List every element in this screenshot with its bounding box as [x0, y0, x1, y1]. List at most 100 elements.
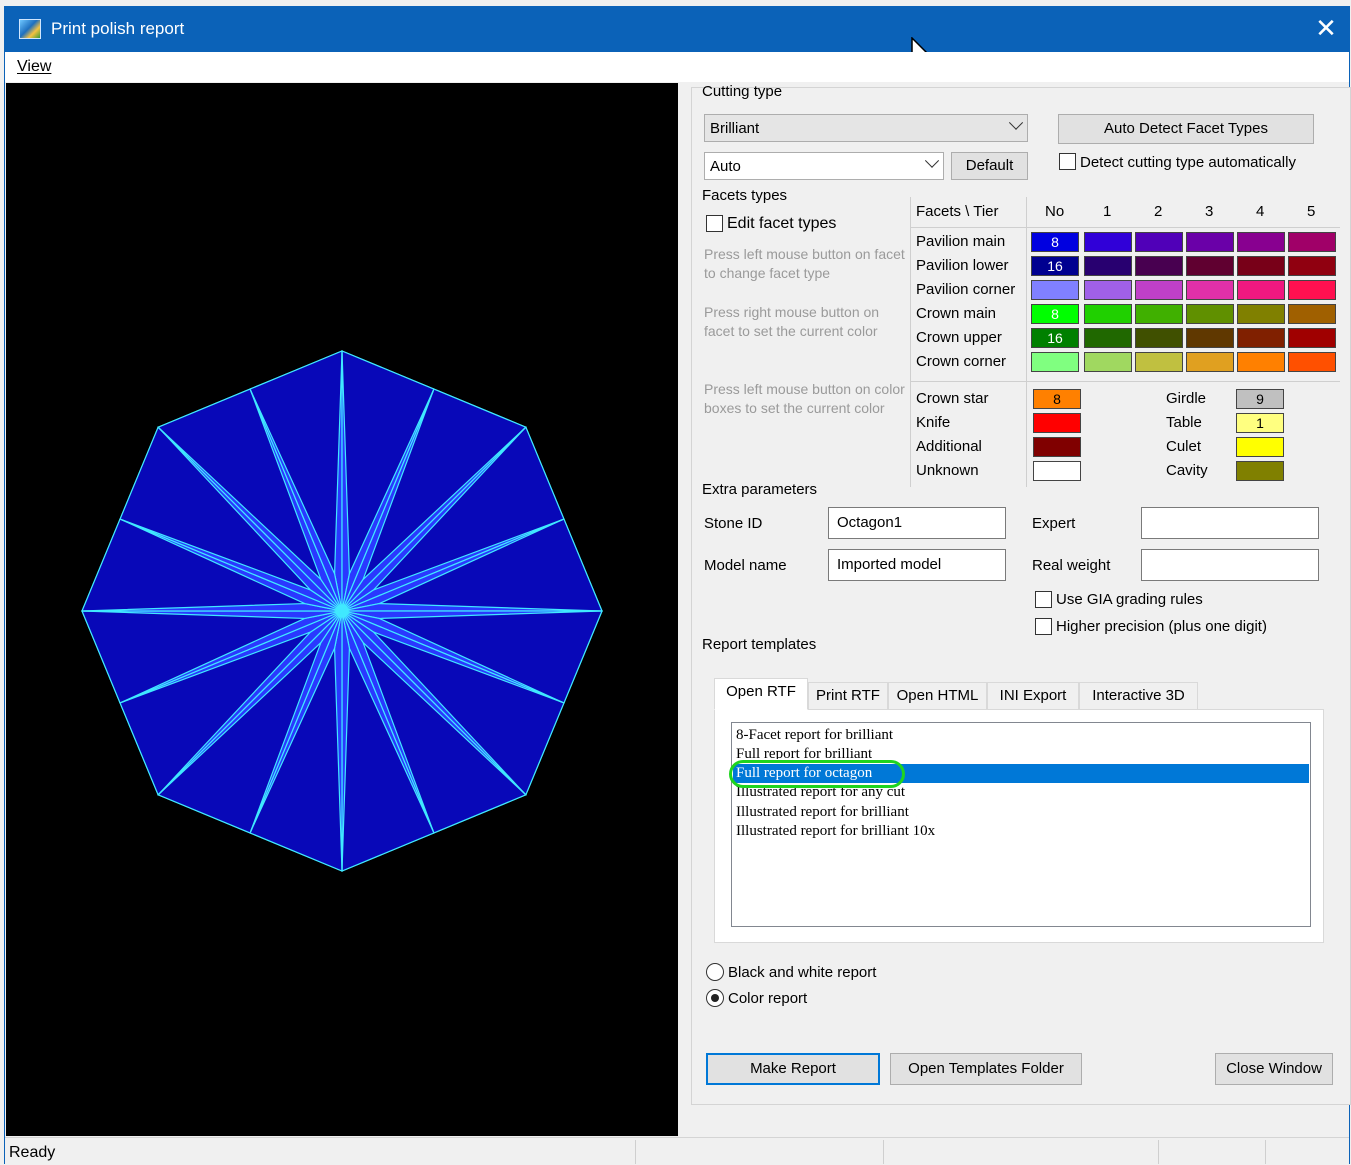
gia-rules-checkbox[interactable] [1035, 591, 1052, 608]
color-box[interactable] [1186, 352, 1234, 372]
facet-row-label: Crown corner [916, 353, 1007, 370]
color-box[interactable] [1135, 328, 1183, 348]
cutting-mode-select[interactable]: Auto [704, 152, 944, 180]
octagon-facet-diagram[interactable] [6, 83, 678, 1136]
color-box[interactable]: 9 [1236, 389, 1284, 409]
color-box[interactable] [1084, 352, 1132, 372]
facet-row-label: Pavilion corner [916, 281, 1016, 298]
color-box[interactable] [1288, 304, 1336, 324]
detect-cutting-type-checkbox[interactable] [1059, 153, 1076, 170]
color-box[interactable] [1135, 352, 1183, 372]
color-box[interactable]: 8 [1031, 304, 1079, 324]
tier-header: 5 [1307, 203, 1316, 220]
color-report-label: Color report [728, 990, 808, 1007]
color-box[interactable] [1084, 232, 1132, 252]
color-box[interactable] [1084, 256, 1132, 276]
list-item[interactable]: Illustrated report for brilliant [736, 803, 909, 822]
real-weight-input[interactable] [1141, 549, 1319, 581]
default-button[interactable]: Default [951, 152, 1028, 180]
higher-precision-checkbox[interactable] [1035, 618, 1052, 635]
bw-report-radio[interactable] [706, 963, 724, 981]
color-box[interactable]: 8 [1031, 232, 1079, 252]
templates-list[interactable]: 8-Facet report for brilliant Full report… [731, 722, 1311, 927]
facet-row-label: Crown upper [916, 329, 1002, 346]
color-box[interactable]: 16 [1031, 328, 1079, 348]
cutting-type-label: Cutting type [702, 83, 783, 100]
tier-header: 3 [1205, 203, 1214, 220]
tab-open-rtf[interactable]: Open RTF [714, 678, 808, 710]
window-title: Print polish report [51, 19, 185, 38]
color-box[interactable] [1033, 461, 1081, 481]
color-box[interactable] [1033, 413, 1081, 433]
stone-id-input[interactable]: Octagon1 [828, 507, 1006, 539]
color-box[interactable] [1084, 280, 1132, 300]
color-box[interactable] [1031, 280, 1079, 300]
cutting-type-value: Brilliant [710, 120, 760, 137]
color-box[interactable] [1031, 352, 1079, 372]
color-box[interactable] [1186, 256, 1234, 276]
real-weight-label: Real weight [1032, 557, 1111, 574]
list-item[interactable]: Full report for brilliant [736, 745, 872, 759]
expert-input[interactable] [1141, 507, 1319, 539]
tab-open-html[interactable]: Open HTML [888, 682, 987, 710]
color-box[interactable] [1186, 280, 1234, 300]
color-box[interactable] [1237, 280, 1285, 300]
expert-label: Expert [1032, 515, 1076, 532]
edit-facet-types-checkbox[interactable] [706, 215, 723, 232]
color-box[interactable] [1135, 304, 1183, 324]
auto-detect-facet-types-button[interactable]: Auto Detect Facet Types [1058, 114, 1314, 144]
color-box[interactable] [1186, 328, 1234, 348]
color-box[interactable] [1033, 437, 1081, 457]
report-templates-label: Report templates [702, 636, 817, 653]
color-box[interactable] [1236, 461, 1284, 481]
color-box[interactable] [1288, 232, 1336, 252]
color-box[interactable] [1186, 232, 1234, 252]
color-box[interactable] [1288, 280, 1336, 300]
edit-facet-types-label: Edit facet types [727, 215, 837, 232]
tab-print-rtf[interactable]: Print RTF [808, 682, 888, 710]
tier-header: 2 [1154, 203, 1163, 220]
facets-types-label: Facets types [702, 187, 788, 204]
title-bar[interactable]: Print polish report ✕ [5, 7, 1349, 52]
close-icon[interactable]: ✕ [1303, 7, 1349, 52]
higher-precision-label: Higher precision (plus one digit) [1056, 618, 1267, 635]
color-box[interactable] [1288, 328, 1336, 348]
open-templates-folder-button[interactable]: Open Templates Folder [890, 1053, 1082, 1085]
color-box[interactable] [1288, 352, 1336, 372]
facet-row-label: Crown main [916, 305, 997, 322]
divider [910, 381, 1340, 382]
color-box[interactable] [1237, 256, 1285, 276]
color-box[interactable] [1237, 304, 1285, 324]
tier-header: No [1045, 203, 1065, 220]
color-box[interactable]: 8 [1033, 389, 1081, 409]
color-box[interactable] [1186, 304, 1234, 324]
divider [1026, 197, 1027, 487]
color-box[interactable] [1237, 328, 1285, 348]
splitter-handle[interactable] [678, 83, 686, 1136]
color-box[interactable] [1288, 256, 1336, 276]
menu-view[interactable]: View [17, 58, 51, 76]
facet-row-label: Pavilion lower [916, 257, 1009, 274]
color-box[interactable] [1084, 328, 1132, 348]
list-item[interactable]: 8-Facet report for brilliant [736, 726, 893, 745]
cutting-type-select[interactable]: Brilliant [704, 114, 1028, 142]
make-report-button[interactable]: Make Report [706, 1053, 880, 1085]
color-box[interactable]: 1 [1236, 413, 1284, 433]
color-box[interactable] [1236, 437, 1284, 457]
facet-row-label: Pavilion main [916, 233, 1006, 250]
color-box[interactable] [1135, 280, 1183, 300]
color-box[interactable] [1084, 304, 1132, 324]
color-report-radio[interactable] [706, 989, 724, 1007]
color-box[interactable] [1135, 256, 1183, 276]
model-name-input[interactable]: Imported model [828, 549, 1006, 581]
special-facet-label: Additional [916, 438, 982, 455]
color-box[interactable]: 16 [1031, 256, 1079, 276]
color-box[interactable] [1237, 352, 1285, 372]
color-box[interactable] [1237, 232, 1285, 252]
tab-interactive-3d[interactable]: Interactive 3D [1079, 682, 1198, 710]
color-box[interactable] [1135, 232, 1183, 252]
close-window-button[interactable]: Close Window [1215, 1053, 1333, 1085]
stone-preview-canvas[interactable] [6, 83, 678, 1136]
tab-ini-export[interactable]: INI Export [987, 682, 1079, 710]
list-item[interactable]: Illustrated report for brilliant 10x [736, 822, 935, 841]
